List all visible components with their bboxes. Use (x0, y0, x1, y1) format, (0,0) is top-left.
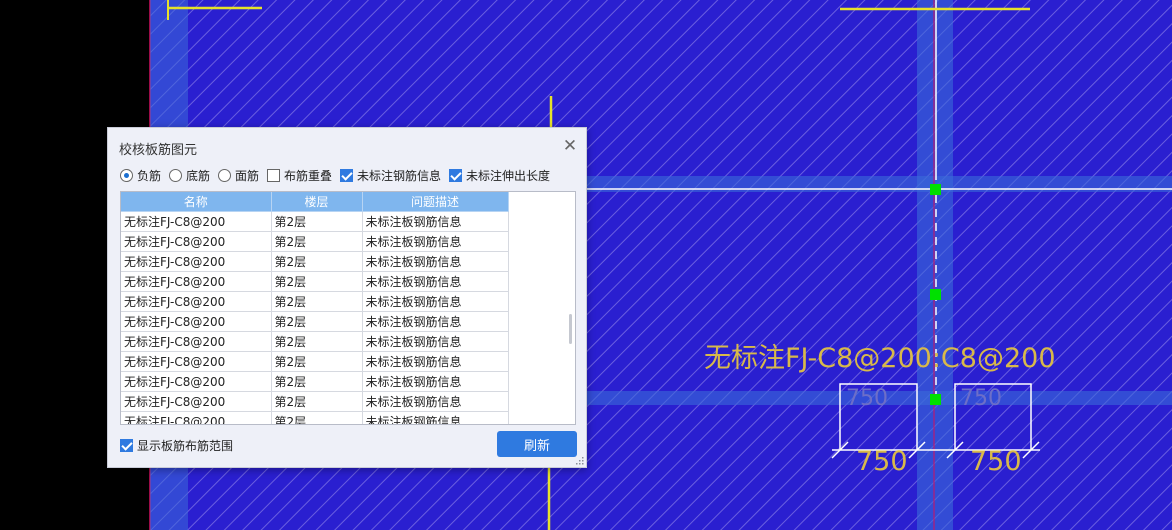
grip-handle-middle[interactable] (930, 289, 941, 300)
ghost-dimension-left: 750 (846, 386, 888, 411)
cell-description: 未标注板钢筋信息 (362, 331, 509, 352)
column-header-description[interactable]: 问题描述 (362, 192, 509, 212)
grip-handle-bottom[interactable] (930, 394, 941, 405)
cell-description: 未标注板钢筋信息 (362, 251, 509, 272)
cell-name: 无标注FJ-C8@200 (121, 391, 272, 412)
cell-floor: 第2层 (271, 351, 363, 372)
cell-description: 未标注板钢筋信息 (362, 231, 509, 252)
cell-floor: 第2层 (271, 311, 363, 332)
cell-floor: 第2层 (271, 331, 363, 352)
cell-floor: 第2层 (271, 231, 363, 252)
table-scrollbar[interactable] (569, 314, 572, 344)
table-row[interactable]: 无标注FJ-C8@200 第2层 未标注板钢筋信息 (121, 231, 509, 252)
table-row[interactable]: 无标注FJ-C8@200 第2层 未标注板钢筋信息 (121, 291, 509, 312)
option-label: 布筋重叠 (284, 169, 333, 183)
cell-description: 未标注板钢筋信息 (362, 351, 509, 372)
cell-name: 无标注FJ-C8@200 (121, 351, 272, 372)
dimension-left-label: 750 (856, 446, 908, 477)
cell-description: 未标注板钢筋信息 (362, 371, 509, 392)
cell-name: 无标注FJ-C8@200 (121, 211, 272, 232)
cell-name: 无标注FJ-C8@200 (121, 271, 272, 292)
dialog-title: 校核板筋图元 (119, 143, 198, 158)
checkbox-icon[interactable] (267, 169, 280, 182)
cell-floor: 第2层 (271, 211, 363, 232)
cell-name: 无标注FJ-C8@200 (121, 311, 272, 332)
results-table: 名称 楼层 问题描述 无标注FJ-C8@200 第2层 未标注板钢筋信息 无标注FJ-… (121, 192, 509, 424)
column-header-floor[interactable]: 楼层 (271, 192, 363, 212)
option-missing-rebar-info[interactable]: 未标注钢筋信息 (340, 167, 441, 184)
cell-description: 未标注板钢筋信息 (362, 211, 509, 232)
show-range-option[interactable]: 显示板筋布筋范围 (120, 437, 233, 454)
option-label: 未标注钢筋信息 (357, 169, 442, 183)
close-icon[interactable]: ✕ (562, 138, 578, 155)
refresh-button[interactable]: 刷新 (497, 431, 577, 457)
resize-grip-icon[interactable] (575, 456, 584, 465)
radio-icon[interactable] (218, 169, 231, 182)
cell-name: 无标注FJ-C8@200 (121, 291, 272, 312)
ghost-dimension-right: 750 (960, 386, 1002, 411)
cell-floor: 第2层 (271, 291, 363, 312)
check-rebar-dialog: 校核板筋图元 ✕ 负筋 底筋 面筋 布筋重叠 未标注钢筋信息 未标注伸出长度 名… (107, 127, 587, 468)
column-header-name[interactable]: 名称 (121, 192, 272, 212)
table-row[interactable]: 无标注FJ-C8@200 第2层 未标注板钢筋信息 (121, 351, 509, 372)
cell-description: 未标注板钢筋信息 (362, 271, 509, 292)
grip-handle-top[interactable] (930, 184, 941, 195)
table-row[interactable]: 无标注FJ-C8@200 第2层 未标注板钢筋信息 (121, 411, 509, 424)
cell-description: 未标注板钢筋信息 (362, 391, 509, 412)
table-row[interactable]: 无标注FJ-C8@200 第2层 未标注板钢筋信息 (121, 271, 509, 292)
option-label: 底筋 (186, 169, 211, 183)
checkbox-icon[interactable] (449, 169, 462, 182)
cell-floor: 第2层 (271, 371, 363, 392)
checkbox-icon[interactable] (340, 169, 353, 182)
option-top-rebar[interactable]: 面筋 (218, 167, 259, 184)
table-row[interactable]: 无标注FJ-C8@200 第2层 未标注板钢筋信息 (121, 391, 509, 412)
results-table-container[interactable]: 名称 楼层 问题描述 无标注FJ-C8@200 第2层 未标注板钢筋信息 无标注FJ-… (120, 191, 576, 425)
option-label: 面筋 (235, 169, 260, 183)
option-overlap[interactable]: 布筋重叠 (267, 167, 332, 184)
table-row[interactable]: 无标注FJ-C8@200 第2层 未标注板钢筋信息 (121, 331, 509, 352)
cell-name: 无标注FJ-C8@200 (121, 231, 272, 252)
cell-floor: 第2层 (271, 391, 363, 412)
rebar-annotation-label: 无标注FJ-C8@200:C8@200 (704, 343, 1056, 374)
cell-description: 未标注板钢筋信息 (362, 291, 509, 312)
cell-name: 无标注FJ-C8@200 (121, 251, 272, 272)
table-row[interactable]: 无标注FJ-C8@200 第2层 未标注板钢筋信息 (121, 311, 509, 332)
checkbox-icon[interactable] (120, 439, 133, 452)
option-label: 负筋 (137, 169, 162, 183)
option-label: 未标注伸出长度 (466, 169, 551, 183)
show-range-label: 显示板筋布筋范围 (137, 439, 234, 453)
radio-icon[interactable] (120, 169, 133, 182)
dimension-right-label: 750 (970, 446, 1022, 477)
option-missing-length[interactable]: 未标注伸出长度 (449, 167, 550, 184)
cell-floor: 第2层 (271, 271, 363, 292)
cell-name: 无标注FJ-C8@200 (121, 411, 272, 424)
table-row[interactable]: 无标注FJ-C8@200 第2层 未标注板钢筋信息 (121, 251, 509, 272)
option-bottom-rebar[interactable]: 底筋 (169, 167, 210, 184)
cell-floor: 第2层 (271, 411, 363, 424)
cell-description: 未标注板钢筋信息 (362, 411, 509, 424)
option-negative-rebar[interactable]: 负筋 (120, 167, 161, 184)
cell-name: 无标注FJ-C8@200 (121, 371, 272, 392)
cell-floor: 第2层 (271, 251, 363, 272)
cell-description: 未标注板钢筋信息 (362, 311, 509, 332)
table-row[interactable]: 无标注FJ-C8@200 第2层 未标注板钢筋信息 (121, 211, 509, 232)
table-row[interactable]: 无标注FJ-C8@200 第2层 未标注板钢筋信息 (121, 371, 509, 392)
table-header-row: 名称 楼层 问题描述 (121, 192, 509, 212)
radio-icon[interactable] (169, 169, 182, 182)
cell-name: 无标注FJ-C8@200 (121, 331, 272, 352)
